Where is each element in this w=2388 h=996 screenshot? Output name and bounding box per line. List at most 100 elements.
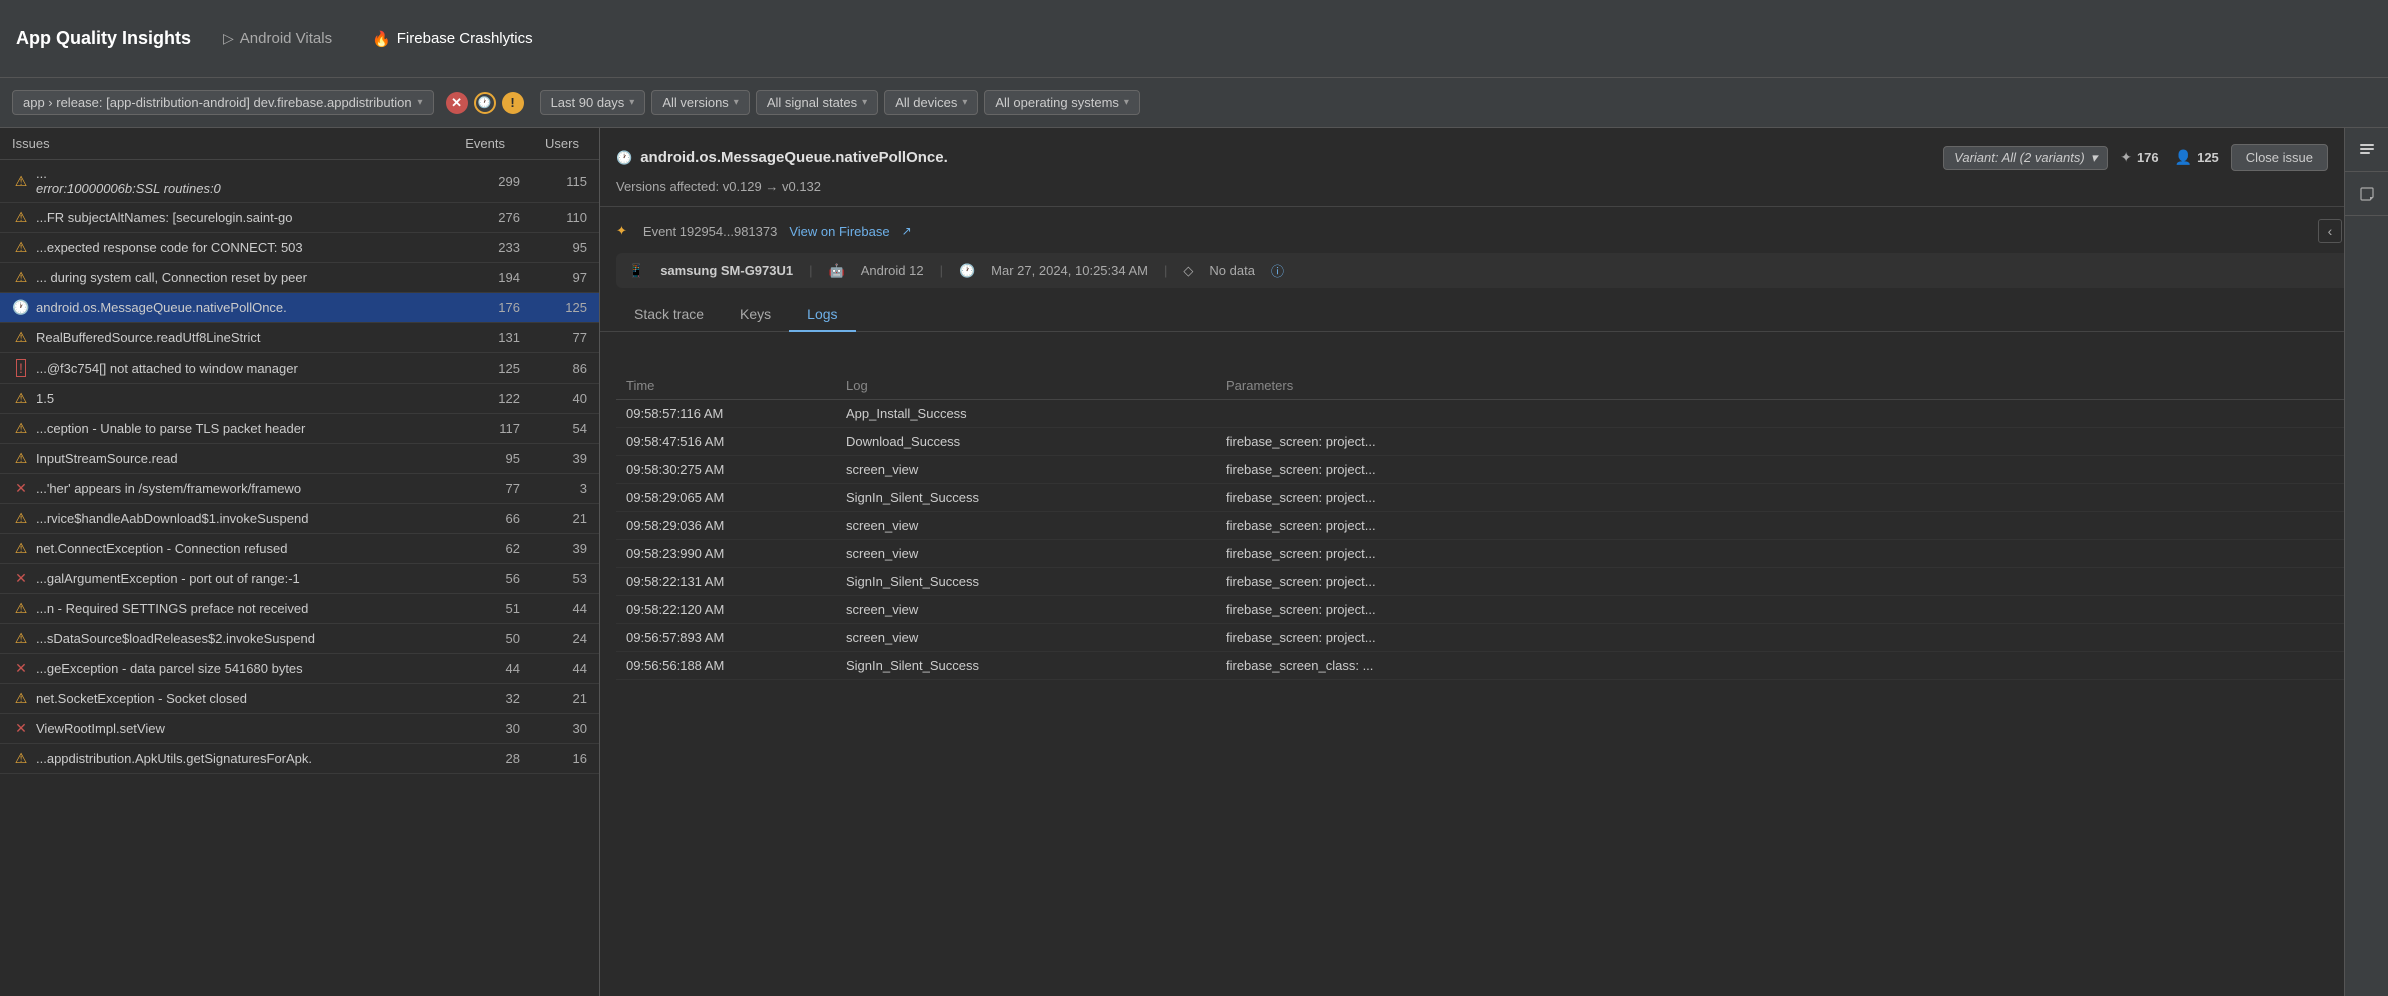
parameters-column-header: Parameters [1216,372,2372,400]
issue-events: 32 [471,691,526,706]
issue-row[interactable]: ⚠ ... during system call, Connection res… [0,263,599,293]
log-parameters: firebase_screen: project... [1216,428,2372,456]
issue-events: 66 [471,511,526,526]
issue-row[interactable]: ⚠ ...FR subjectAltNames: [securelogin.sa… [0,203,599,233]
table-row: 09:58:47:516 AM Download_Success firebas… [616,428,2372,456]
tab-keys[interactable]: Keys [722,298,789,332]
issue-icon: ⚠ [12,630,30,647]
issue-row[interactable]: ✕ ViewRootImpl.setView 30 30 [0,714,599,744]
issue-row[interactable]: ⚠ ...n - Required SETTINGS preface not r… [0,594,599,624]
issue-text: ...appdistribution.ApkUtils.getSignature… [36,751,465,766]
issue-text: ...@f3c754[] not attached to window mana… [36,361,465,376]
last-90-days-label: Last 90 days [551,95,625,110]
log-time: 09:56:57:893 AM [616,624,836,652]
all-devices-filter[interactable]: All devices ▾ [884,90,978,115]
left-panel: Issues Events Users ⚠ ... error:10000006… [0,128,600,996]
tab-android-vitals[interactable]: ▷ Android Vitals [215,26,340,51]
external-link-icon: ↗ [902,224,912,238]
view-on-firebase-link[interactable]: View on Firebase [789,224,889,239]
warning-icon: ⚠ [15,269,28,286]
issue-row[interactable]: ✕ ...galArgumentException - port out of … [0,564,599,594]
issue-row[interactable]: 🕐 android.os.MessageQueue.nativePollOnce… [0,293,599,323]
last-90-days-filter[interactable]: Last 90 days ▾ [540,90,646,115]
issue-text: ...expected response code for CONNECT: 5… [36,240,465,255]
time-column-header: Time [616,372,836,400]
error-icon: ✕ [15,720,27,737]
issue-text: net.ConnectException - Connection refuse… [36,541,465,556]
all-operating-systems-filter[interactable]: All operating systems ▾ [984,90,1140,115]
issue-row[interactable]: ⚠ ...ception - Unable to parse TLS packe… [0,414,599,444]
issue-row[interactable]: ! ...@f3c754[] not attached to window ma… [0,353,599,384]
log-event: screen_view [836,596,1216,624]
issue-events: 44 [471,661,526,676]
main-layout: Issues Events Users ⚠ ... error:10000006… [0,128,2388,996]
clock-status-icon[interactable]: 🕐 [474,92,496,114]
log-time: 09:58:29:036 AM [616,512,836,540]
issue-row[interactable]: ⚠ ...rvice$handleAabDownload$1.invokeSus… [0,504,599,534]
issue-row[interactable]: ✕ ...'her' appears in /system/framework/… [0,474,599,504]
warning-status-icon[interactable]: ! [502,92,524,114]
issue-text: ...FR subjectAltNames: [securelogin.sain… [36,210,465,225]
issue-row[interactable]: ⚠ InputStreamSource.read 95 39 [0,444,599,474]
all-signal-states-filter[interactable]: All signal states ▾ [756,90,878,115]
warning-icon: ⚠ [15,750,28,767]
issue-users: 97 [532,270,587,285]
logs-toolbar [616,332,2372,372]
events-column-header: Events [443,136,513,151]
issue-users: 86 [532,361,587,376]
issue-users: 30 [532,721,587,736]
issue-icon: ⚠ [12,420,30,437]
users-column-header: Users [517,136,587,151]
events-icon: ✦ [2120,149,2132,166]
issue-users: 95 [532,240,587,255]
all-devices-chevron-icon: ▾ [962,97,967,108]
issue-icon: ⚠ [12,329,30,346]
log-time: 09:58:23:990 AM [616,540,836,568]
details-panel-button[interactable] [2345,128,2388,172]
details-icon [2358,141,2376,159]
log-parameters: firebase_screen: project... [1216,512,2372,540]
table-row: 09:56:56:188 AM SignIn_Silent_Success fi… [616,652,2372,680]
issue-row[interactable]: ⚠ net.ConnectException - Connection refu… [0,534,599,564]
log-parameters [1216,400,2372,428]
warning-icon: ⚠ [15,420,28,437]
tab-firebase-crashlytics[interactable]: 🔥 Firebase Crashlytics [364,26,541,52]
issue-row[interactable]: ⚠ ... error:10000006b:SSL routines:0 299… [0,160,599,203]
issue-icon: ⚠ [12,209,30,226]
crash-title-row: 🕐 android.os.MessageQueue.nativePollOnce… [616,144,2328,171]
prev-event-button[interactable]: ‹ [2318,219,2342,243]
issue-icon: ⚠ [12,390,30,407]
all-devices-label: All devices [895,95,957,110]
variant-selector[interactable]: Variant: All (2 variants) ▾ [1943,146,2108,170]
tab-stack-trace[interactable]: Stack trace [616,298,722,332]
issue-row[interactable]: ⚠ ...appdistribution.ApkUtils.getSignatu… [0,744,599,774]
table-row: 09:56:57:893 AM screen_view firebase_scr… [616,624,2372,652]
issue-row[interactable]: ⚠ ...expected response code for CONNECT:… [0,233,599,263]
issue-row[interactable]: ✕ ...geException - data parcel size 5416… [0,654,599,684]
issue-row[interactable]: ⚠ ...sDataSource$loadReleases$2.invokeSu… [0,624,599,654]
tab-logs[interactable]: Logs [789,298,855,332]
os-version: Android 12 [861,263,924,278]
issue-events: 62 [471,541,526,556]
tabs-row: Stack trace Keys Logs [600,298,2388,332]
issue-text: ...ception - Unable to parse TLS packet … [36,421,465,436]
info-icon[interactable]: ⓘ [1271,261,1284,280]
issue-row[interactable]: ⚠ net.SocketException - Socket closed 32… [0,684,599,714]
issue-icon: ⚠ [12,510,30,527]
warning-icon: ⚠ [15,450,28,467]
all-versions-filter[interactable]: All versions ▾ [651,90,750,115]
issue-row[interactable]: ⚠ RealBufferedSource.readUtf8LineStrict … [0,323,599,353]
issue-icon: ✕ [12,660,30,677]
warning-icon: ⚠ [15,510,28,527]
notes-panel-button[interactable] [2345,172,2388,216]
all-operating-systems-label: All operating systems [995,95,1119,110]
issue-row[interactable]: ⚠ 1.5 122 40 [0,384,599,414]
firebase-crashlytics-label: Firebase Crashlytics [397,30,533,47]
all-versions-chevron-icon: ▾ [734,97,739,108]
log-event: App_Install_Success [836,400,1216,428]
issue-icon: ⚠ [12,600,30,617]
close-issue-button[interactable]: Close issue [2231,144,2328,171]
all-signal-states-chevron-icon: ▾ [862,97,867,108]
error-status-icon[interactable]: ✕ [446,92,468,114]
breadcrumb-selector[interactable]: app › release: [app-distribution-android… [12,90,434,115]
